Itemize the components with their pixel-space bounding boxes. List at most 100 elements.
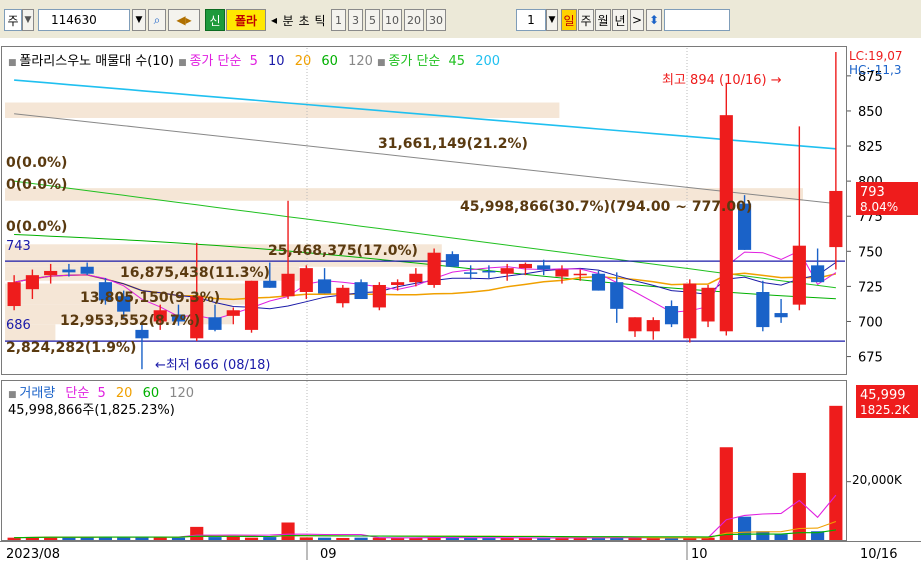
- candle[interactable]: [427, 248, 441, 288]
- volume-bar: [317, 537, 332, 540]
- volume-bar: [299, 537, 313, 540]
- candle[interactable]: [244, 280, 259, 333]
- day-tab[interactable]: 일: [561, 9, 577, 31]
- candle[interactable]: [591, 270, 606, 291]
- candle-body: [208, 317, 222, 330]
- period-10[interactable]: 10: [382, 9, 402, 31]
- volume-bar: [135, 537, 149, 540]
- profile-band-0: [5, 102, 560, 118]
- minute-tab[interactable]: 분: [280, 9, 296, 31]
- search-icon[interactable]: ⌕: [148, 9, 166, 31]
- period-1[interactable]: 1: [331, 9, 346, 31]
- vp-label-3: 25,468,375(17.0%): [268, 243, 418, 259]
- new-label: 신: [209, 13, 221, 28]
- volume-bar: [226, 536, 240, 540]
- volume-bar: [244, 537, 259, 540]
- volume-bar: [482, 537, 496, 540]
- candle-body: [135, 329, 149, 339]
- period-30[interactable]: 30: [426, 9, 446, 31]
- candle[interactable]: [372, 282, 386, 311]
- candle-body: [354, 282, 368, 300]
- candle-body: [664, 306, 679, 325]
- zero-label-2: 0(0.0%): [6, 177, 67, 193]
- month-tab[interactable]: 월: [595, 9, 611, 31]
- volume-bar: [354, 537, 368, 540]
- xaxis-label-aug: 2023/08: [6, 547, 60, 562]
- code-value: 114630: [51, 13, 97, 27]
- market-select[interactable]: 주: [4, 9, 22, 31]
- volume-bar: [774, 534, 788, 540]
- candle-body: [573, 273, 587, 276]
- period-3[interactable]: 3: [348, 9, 363, 31]
- volume-bar: [171, 537, 186, 540]
- volume-bar: [336, 537, 350, 540]
- candle-body: [537, 265, 551, 270]
- candle-body: [500, 268, 514, 274]
- stock-chart: 675700725750775800825850875 ■ 폴라리스우노 매물대…: [0, 38, 921, 573]
- low-note: ←최저 666 (08/18): [155, 358, 271, 373]
- candle[interactable]: [354, 279, 368, 300]
- volume-bar: [208, 537, 222, 540]
- speaker-icon[interactable]: ◀▸: [168, 9, 200, 31]
- updown-icon[interactable]: ⬍: [646, 9, 662, 31]
- hline-lower-label: 686: [6, 318, 31, 333]
- period-5[interactable]: 5: [365, 9, 380, 31]
- candle-body: [683, 283, 697, 339]
- left-arrow-icon[interactable]: ◂: [269, 9, 279, 31]
- zero-label-3: 0(0.0%): [6, 219, 67, 235]
- more-button[interactable]: >: [630, 9, 644, 31]
- candle-body: [44, 270, 58, 276]
- volume-bar: [719, 447, 733, 540]
- candle-body: [464, 272, 478, 274]
- candle-body: [792, 245, 806, 305]
- code-dropdown-icon[interactable]: ▼: [132, 9, 146, 31]
- candle-body: [610, 282, 624, 309]
- vp-label-4: 16,875,438(11.3%): [120, 265, 270, 281]
- candle-body: [628, 317, 642, 332]
- candle-body: [244, 280, 259, 330]
- count-input[interactable]: 1: [516, 9, 546, 31]
- code-input[interactable]: 114630: [38, 9, 130, 31]
- ytick-label: 750: [858, 245, 883, 260]
- ytick-label: 850: [858, 105, 883, 120]
- candle-body: [756, 292, 770, 328]
- candle-body: [25, 275, 39, 290]
- candle-body: [646, 320, 660, 332]
- hc-label: HC:-11,3: [849, 63, 902, 77]
- price-legend: ■ 폴라리스우노 매물대 수(10) ■ 종가 단순 5 10 20 60 12…: [8, 54, 500, 69]
- second-tab[interactable]: 초: [296, 9, 312, 31]
- candle[interactable]: [701, 284, 715, 328]
- candle-body: [427, 252, 441, 285]
- volume-bar: [281, 522, 295, 540]
- stock-name[interactable]: 폴라: [226, 9, 266, 31]
- candle-body: [317, 279, 332, 294]
- hline-upper-label: 743: [6, 239, 31, 254]
- blank-input[interactable]: [664, 9, 730, 31]
- period-20[interactable]: 20: [404, 9, 424, 31]
- xaxis-label-sep: 09: [320, 547, 337, 562]
- volume-bar: [263, 537, 277, 540]
- vp-label-1: 31,661,149(21.2%): [378, 136, 528, 152]
- toolbar: 주 ▼ 114630 ▼ ⌕ ◀▸ 신 폴라 ◂ 분 초 틱 1 3 5 10 …: [0, 0, 921, 39]
- week-tab[interactable]: 주: [578, 9, 594, 31]
- vp-label-6: 12,953,552(8.7%): [60, 313, 200, 329]
- candle-body: [409, 273, 423, 283]
- count-dropdown-icon[interactable]: ▼: [546, 9, 558, 31]
- last-volume: 45,999: [860, 388, 906, 403]
- xaxis-label-oct: 10: [691, 547, 708, 562]
- stock-name-label: 폴라: [234, 13, 258, 28]
- lc-label: LC:19,07: [849, 49, 902, 63]
- candle-body: [518, 263, 533, 269]
- volume-bar: [464, 537, 478, 540]
- candle[interactable]: [683, 279, 697, 343]
- volume-bar: [190, 526, 204, 540]
- new-button[interactable]: 신: [205, 9, 225, 31]
- market-dropdown-icon[interactable]: ▼: [22, 9, 34, 31]
- candle-body: [299, 268, 313, 292]
- market-label: 주: [7, 13, 19, 28]
- year-tab[interactable]: 년: [612, 9, 628, 31]
- vp-label-2: 45,998,866(30.7%)(794.00 ~ 777.00): [460, 199, 752, 215]
- tick-tab[interactable]: 틱: [312, 9, 328, 31]
- candle-body: [555, 269, 569, 277]
- candle-body: [591, 273, 606, 291]
